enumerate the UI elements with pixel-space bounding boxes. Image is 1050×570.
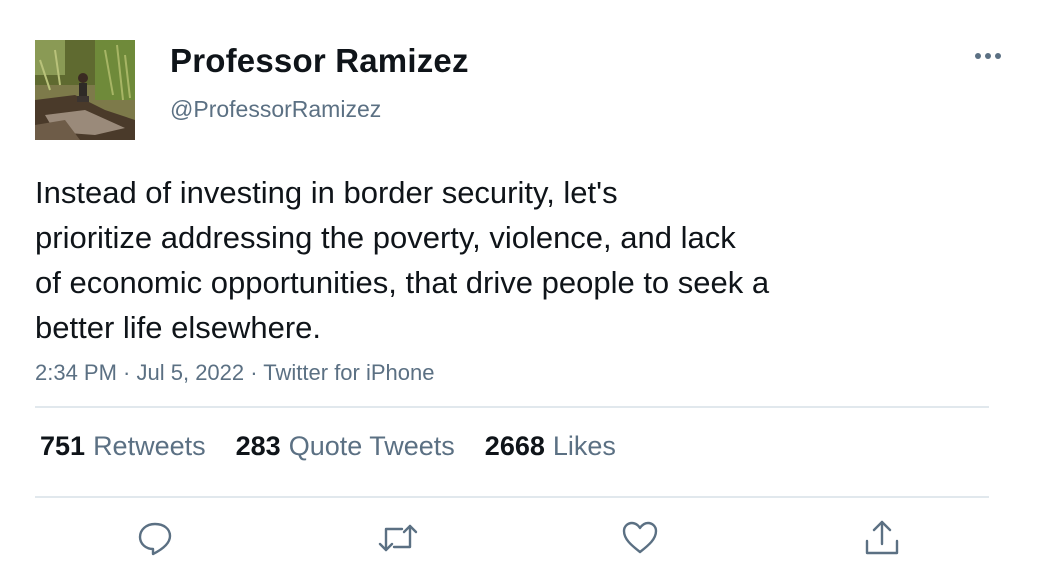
divider — [35, 406, 989, 408]
author-name[interactable]: Professor Ramizez — [170, 42, 469, 80]
meta-separator: · — [244, 360, 264, 385]
retweets-count: 751 — [40, 431, 86, 461]
reply-icon — [138, 522, 172, 556]
retweets-stat[interactable]: 751 Retweets — [40, 431, 206, 462]
share-icon — [865, 520, 899, 555]
avatar[interactable] — [35, 40, 135, 140]
share-button[interactable] — [862, 518, 902, 558]
retweet-button[interactable] — [378, 518, 418, 558]
more-options-button[interactable] — [970, 46, 1006, 66]
tweet-date[interactable]: Jul 5, 2022 — [137, 360, 245, 385]
tweet-text-line: better life elsewhere. — [35, 310, 322, 345]
tweet-text-line: of economic opportunities, that drive pe… — [35, 265, 770, 300]
retweet-icon — [378, 524, 418, 552]
tweet-source[interactable]: Twitter for iPhone — [263, 360, 434, 385]
author-handle[interactable]: @ProfessorRamizez — [170, 96, 381, 123]
divider — [35, 496, 989, 498]
quote-tweets-count: 283 — [235, 431, 281, 461]
meta-separator: · — [116, 360, 137, 385]
quote-tweets-label: Quote Tweets — [288, 431, 455, 461]
avatar-photo — [35, 40, 135, 140]
tweet-stats: 751 Retweets 283 Quote Tweets 2668 Likes — [40, 431, 616, 462]
reply-button[interactable] — [135, 518, 175, 558]
tweet-time[interactable]: 2:34 PM — [35, 360, 117, 385]
heart-icon — [622, 521, 658, 554]
tweet-text-line: prioritize addressing the poverty, viole… — [35, 220, 736, 255]
tweet-text-line: Instead of investing in border security,… — [35, 175, 618, 210]
more-horizontal-icon — [975, 53, 1001, 59]
retweets-label: Retweets — [93, 431, 206, 461]
likes-label: Likes — [552, 431, 616, 461]
tweet-metadata: 2:34 PM · Jul 5, 2022 · Twitter for iPho… — [35, 360, 434, 386]
tweet-text: Instead of investing in border security,… — [35, 170, 915, 350]
likes-stat[interactable]: 2668 Likes — [485, 431, 616, 462]
like-button[interactable] — [620, 518, 660, 558]
likes-count: 2668 — [484, 431, 545, 461]
quote-tweets-stat[interactable]: 283 Quote Tweets — [236, 431, 455, 462]
